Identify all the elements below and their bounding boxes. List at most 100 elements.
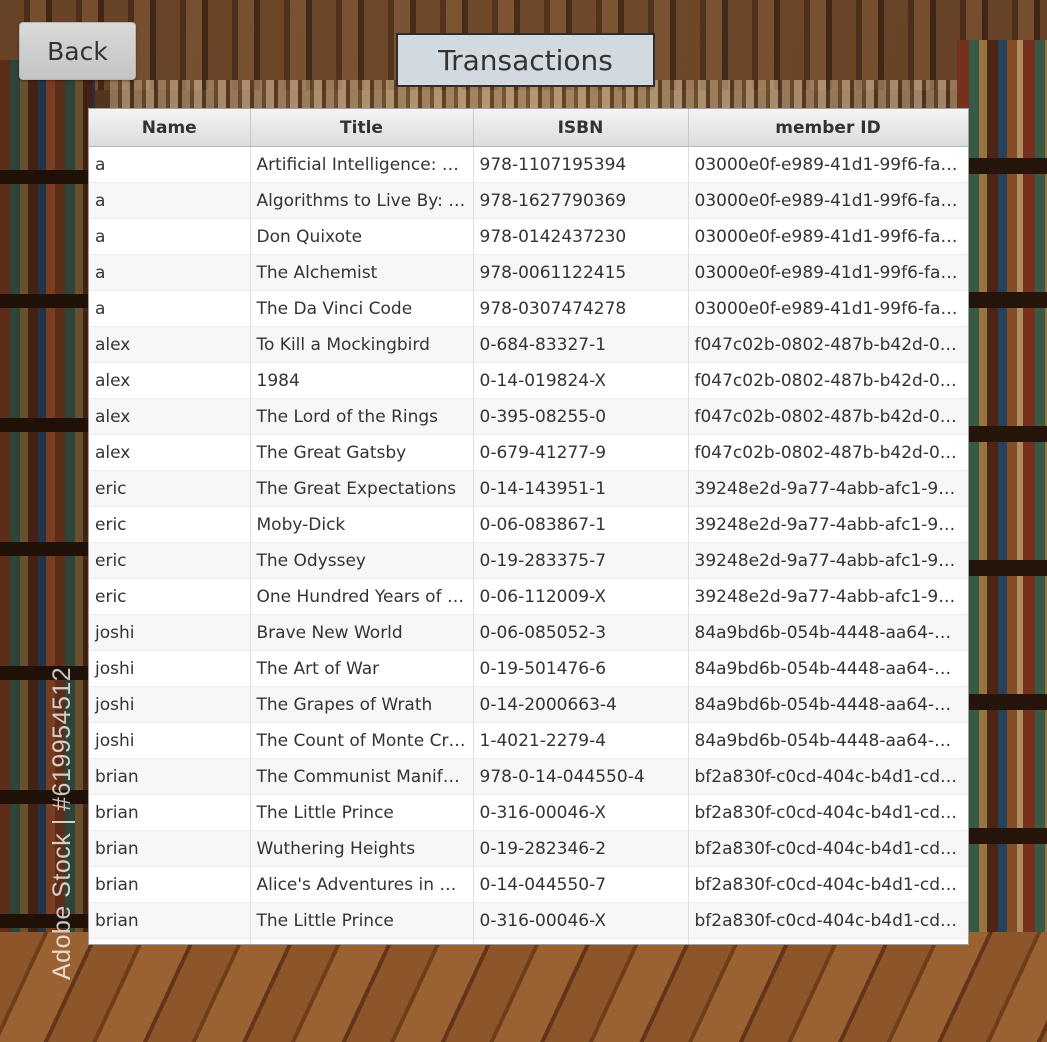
cell-title: Brave New World [250,614,474,651]
table-row[interactable]: a The Da Vinci Code 978-0307474278 03000e0f… [89,290,968,327]
cell-title: The Art of War [250,650,474,687]
cell-member-id: 39248e2d-9a77-4abb-afc1-968… [688,506,968,543]
cell-member-id: 03000e0f-e989-41d1-99f6-fa9d… [688,182,968,219]
column-header-name[interactable]: Name [89,109,251,147]
column-header-member-id[interactable]: member ID [688,109,968,147]
cell-isbn: 978-0-14-044550-4 [473,758,689,795]
cell-isbn: 978-0307474278 [473,290,689,327]
cell-member-id: f047c02b-0802-487b-b42d-0e6… [688,362,968,399]
cell-member-id: 03000e0f-e989-41d1-99f6-fa9d… [688,290,968,327]
cell-isbn: 978-0142437230 [473,218,689,255]
cell-isbn: 1-4021-2279-4 [473,722,689,759]
table-row[interactable]: alex To Kill a Mockingbird 0-684-83327-1 f0… [89,326,968,363]
table-row[interactable]: eric One Hundred Years of S… 0-06-112009-X… [89,578,968,615]
back-button[interactable]: Back [19,22,136,80]
cell-name: alex [89,326,251,363]
cell-isbn: 0-19-283375-7 [473,542,689,579]
cell-title: Don Quixote [250,218,474,255]
table-row[interactable]: alex The Lord of the Rings 0-395-08255-0 f0… [89,398,968,435]
cell-isbn: 0-06-112009-X [473,578,689,615]
cell-title: Alice's Adventures in Wo… [250,866,474,903]
cell-member-id: 39248e2d-9a77-4abb-afc1-968… [688,470,968,507]
cell-title: Moby-Dick [250,506,474,543]
table-body: a Artificial Intelligence: Fo… 978-1107195… [89,146,968,944]
table-row[interactable]: joshi The Grapes of Wrath 0-14-2000663-4 84… [89,686,968,723]
cell-name: brian [89,794,251,831]
cell-name [89,938,251,944]
table-row[interactable]: a Algorithms to Live By: Th… 978-162779036… [89,182,968,219]
table-row[interactable]: eric The Great Expectations 0-14-143951-1 3… [89,470,968,507]
cell-isbn: 0-19-501476-6 [473,650,689,687]
cell-title: The Great Gatsby [250,434,474,471]
background-floor [0,932,1047,1042]
cell-member-id [688,938,968,944]
table-row[interactable]: alex The Great Gatsby 0-679-41277-9 f047c02… [89,434,968,471]
cell-member-id: bf2a830f-c0cd-404c-b4d1-cd07… [688,902,968,939]
cell-name: eric [89,470,251,507]
cell-isbn: 978-0061122415 [473,254,689,291]
column-header-title[interactable]: Title [250,109,474,147]
cell-name: eric [89,542,251,579]
table-row[interactable]: a The Alchemist 978-0061122415 03000e0f-e98… [89,254,968,291]
cell-title: The Count of Monte Cristo [250,722,474,759]
cell-member-id: 84a9bd6b-054b-4448-aa64-28e… [688,614,968,651]
cell-member-id: f047c02b-0802-487b-b42d-0e6… [688,398,968,435]
page-title: Transactions [396,33,655,87]
cell-name: brian [89,830,251,867]
cell-title: Wuthering Heights [250,830,474,867]
cell-name: a [89,182,251,219]
table-row[interactable]: a Don Quixote 978-0142437230 03000e0f-e989-… [89,218,968,255]
cell-member-id: 84a9bd6b-054b-4448-aa64-28e… [688,650,968,687]
column-header-isbn[interactable]: ISBN [473,109,689,147]
cell-title: 1984 [250,362,474,399]
cell-title: To Kill a Mockingbird [250,326,474,363]
table-row[interactable]: eric The Odyssey 0-19-283375-7 39248e2d-9a7… [89,542,968,579]
cell-title [250,938,474,944]
cell-name: brian [89,758,251,795]
cell-title: The Communist Manifesto [250,758,474,795]
cell-name: a [89,254,251,291]
cell-title: The Alchemist [250,254,474,291]
transactions-table[interactable]: Name Title ISBN member ID a Artificial In… [88,108,969,945]
table-row[interactable]: joshi The Art of War 0-19-501476-6 84a9bd6b… [89,650,968,687]
cell-member-id: f047c02b-0802-487b-b42d-0e6… [688,326,968,363]
cell-title: The Little Prince [250,902,474,939]
table-row[interactable]: brian The Little Prince 0-316-00046-X bf2a8… [89,794,968,831]
cell-name: alex [89,434,251,471]
cell-member-id: bf2a830f-c0cd-404c-b4d1-cd07… [688,758,968,795]
cell-member-id: bf2a830f-c0cd-404c-b4d1-cd07… [688,866,968,903]
table-row[interactable]: brian Alice's Adventures in Wo… 0-14-04455… [89,866,968,903]
cell-name: joshi [89,686,251,723]
table-row[interactable]: joshi The Count of Monte Cristo 1-4021-227… [89,722,968,759]
cell-name: a [89,218,251,255]
cell-isbn: 0-06-083867-1 [473,506,689,543]
table-row[interactable]: brian The Communist Manifesto 978-0-14-044… [89,758,968,795]
table-row[interactable]: joshi Brave New World 0-06-085052-3 84a9bd6… [89,614,968,651]
cell-isbn: 0-395-08255-0 [473,398,689,435]
cell-member-id: 03000e0f-e989-41d1-99f6-fa9d… [688,254,968,291]
cell-name: joshi [89,650,251,687]
cell-isbn: 0-316-00046-X [473,902,689,939]
cell-member-id: 39248e2d-9a77-4abb-afc1-968… [688,542,968,579]
cell-member-id: f047c02b-0802-487b-b42d-0e6… [688,434,968,471]
table-row[interactable]: a Artificial Intelligence: Fo… 978-1107195… [89,146,968,183]
cell-isbn: 0-14-044550-7 [473,866,689,903]
table-header-row: Name Title ISBN member ID [89,109,968,147]
cell-isbn: 0-14-2000663-4 [473,686,689,723]
background-right-bookshelf [957,40,1047,960]
table-row[interactable]: alex 1984 0-14-019824-X f047c02b-0802-487b-… [89,362,968,399]
cell-title: Algorithms to Live By: Th… [250,182,474,219]
cell-title: The Great Expectations [250,470,474,507]
table-row[interactable]: brian Wuthering Heights 0-19-282346-2 bf2a8… [89,830,968,867]
cell-name: joshi [89,722,251,759]
cell-isbn: 978-1107195394 [473,146,689,183]
table-row[interactable]: eric Moby-Dick 0-06-083867-1 39248e2d-9a77-… [89,506,968,543]
cell-isbn: 0-06-085052-3 [473,614,689,651]
cell-title: The Little Prince [250,794,474,831]
cell-isbn: 0-316-00046-X [473,794,689,831]
table-row[interactable] [89,938,968,944]
cell-isbn [473,938,689,944]
cell-isbn: 0-14-019824-X [473,362,689,399]
table-row[interactable]: brian The Little Prince 0-316-00046-X bf2a8… [89,902,968,939]
stock-watermark: Adobe Stock | #619954512 [48,666,76,980]
